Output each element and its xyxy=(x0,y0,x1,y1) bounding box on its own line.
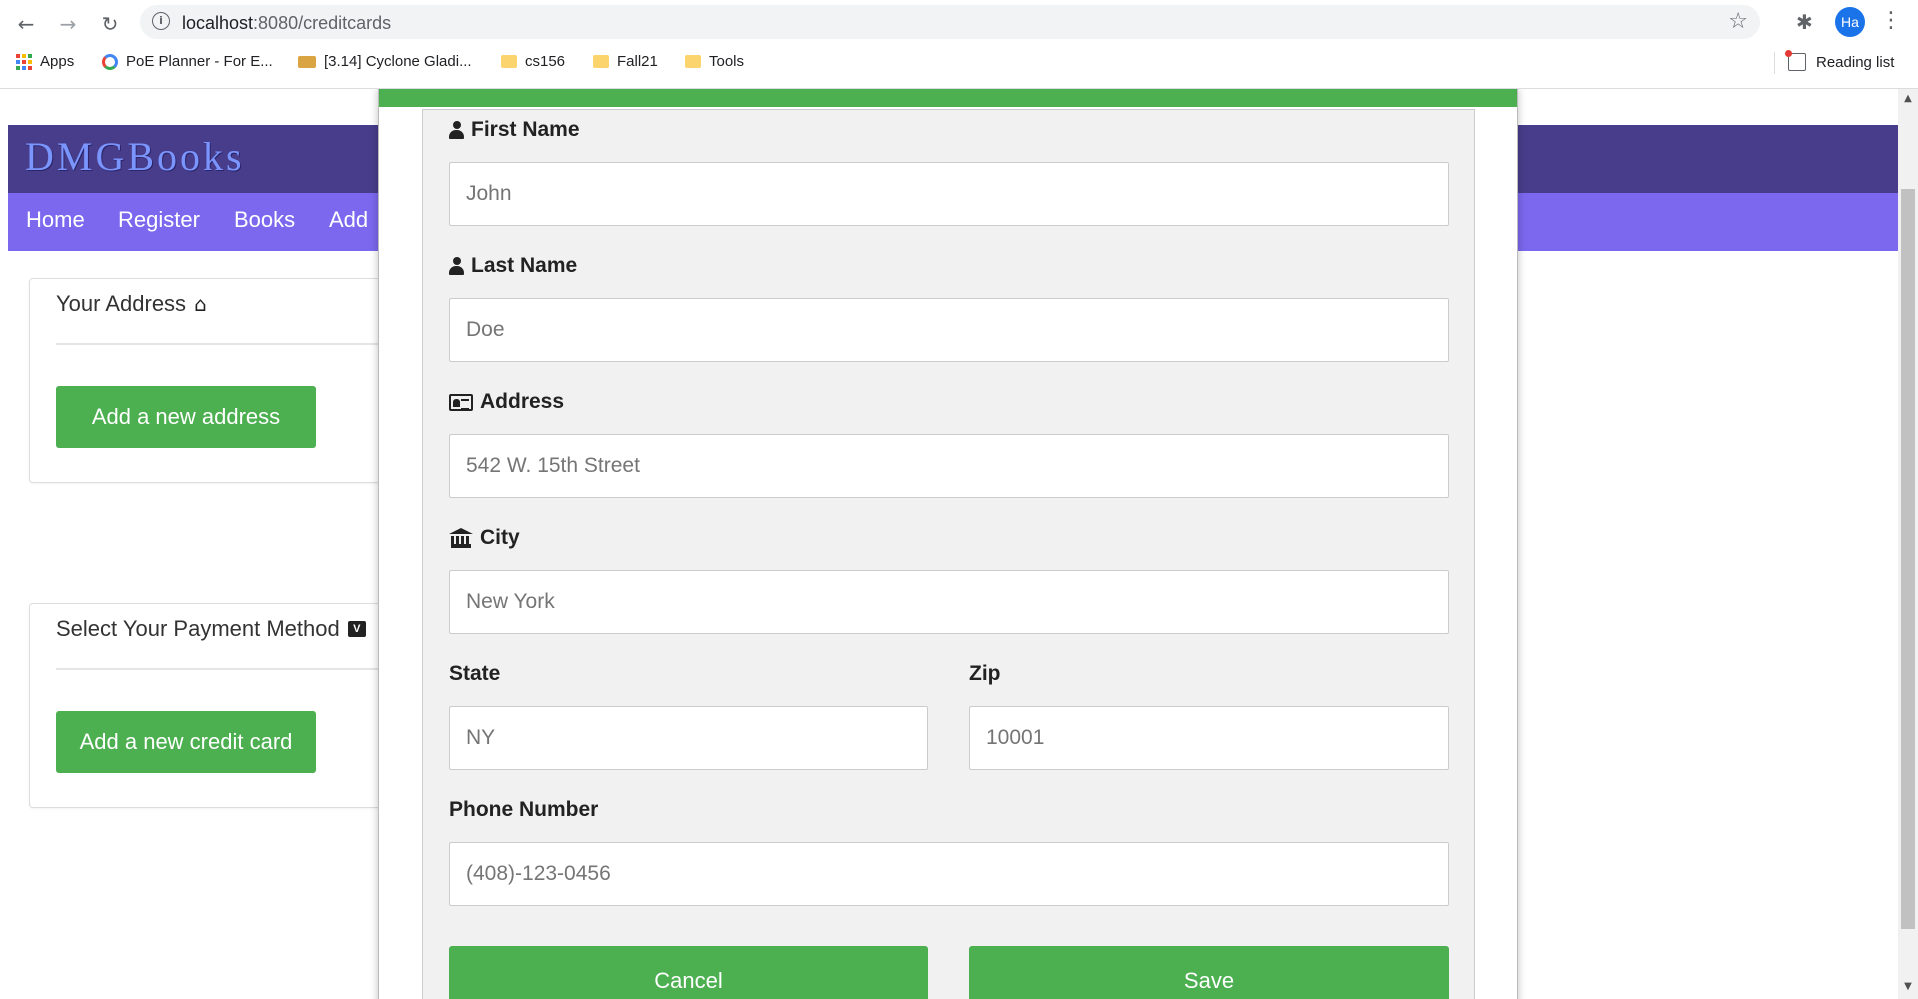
phone-label-text: Phone Number xyxy=(449,798,599,821)
address-bar[interactable]: i localhost:8080/creditcards ☆ xyxy=(140,5,1760,39)
browser-chrome: ← → ↻ i localhost:8080/creditcards ☆ ✱ H… xyxy=(0,0,1918,89)
poe-planner-icon xyxy=(102,53,118,70)
address-modal: First Name Last Name Address City State xyxy=(378,89,1518,999)
bookmark-label: Fall21 xyxy=(617,53,658,70)
bookmark-cyclone[interactable]: [3.14] Cyclone Gladi... xyxy=(298,53,472,70)
address-panel-title: Your Address ⌂ xyxy=(56,291,207,317)
institution-icon xyxy=(449,528,473,548)
state-label: State xyxy=(449,662,500,686)
bookmark-label: cs156 xyxy=(525,53,566,70)
bookmark-folder-tools[interactable]: Tools xyxy=(685,53,744,70)
first-name-label: First Name xyxy=(449,118,580,142)
bookmark-label: PoE Planner - For E... xyxy=(126,53,273,70)
back-button[interactable]: ← xyxy=(12,10,40,38)
add-address-button[interactable]: Add a new address xyxy=(56,386,316,448)
bookmark-apps[interactable]: Apps xyxy=(16,53,74,70)
folder-icon xyxy=(501,55,517,68)
payment-panel-title-text: Select Your Payment Method xyxy=(56,616,340,641)
user-icon xyxy=(449,257,464,275)
phone-input[interactable] xyxy=(449,842,1449,906)
folder-icon xyxy=(685,55,701,68)
site-logo[interactable]: DMGBooks xyxy=(25,133,245,180)
city-label: City xyxy=(449,526,520,550)
city-input[interactable] xyxy=(449,570,1449,634)
scroll-down-icon[interactable]: ▼ xyxy=(1901,981,1915,992)
address-label-text: Address xyxy=(480,390,565,413)
url-host: localhost xyxy=(182,13,254,33)
poe-vault-icon xyxy=(298,55,316,68)
bookmark-poe-planner[interactable]: PoE Planner - For E... xyxy=(102,53,273,70)
bookmark-star-icon[interactable]: ☆ xyxy=(1728,9,1748,34)
folder-icon xyxy=(593,55,609,68)
reload-button[interactable]: ↻ xyxy=(96,10,124,38)
add-credit-card-button[interactable]: Add a new credit card xyxy=(56,711,316,773)
address-panel-title-text: Your Address xyxy=(56,291,187,316)
state-input[interactable] xyxy=(449,706,928,770)
modal-header-bar xyxy=(379,89,1517,107)
bookmark-folder-fall21[interactable]: Fall21 xyxy=(593,53,658,70)
address-form: First Name Last Name Address City State xyxy=(422,109,1475,999)
scroll-up-icon[interactable]: ▲ xyxy=(1901,93,1915,104)
url-text[interactable]: localhost:8080/creditcards xyxy=(182,13,391,34)
cancel-button[interactable]: Cancel xyxy=(449,946,928,999)
city-label-text: City xyxy=(480,526,520,549)
reading-list-icon xyxy=(1785,50,1806,71)
address-input[interactable] xyxy=(449,434,1449,498)
nav-add[interactable]: Add xyxy=(329,207,368,233)
credit-card-icon: V xyxy=(347,621,366,637)
site-info-icon[interactable]: i xyxy=(152,12,170,30)
scrollbar-thumb[interactable] xyxy=(1901,189,1915,929)
bookmarks-bar: Apps PoE Planner - For E... [3.14] Cyclo… xyxy=(0,48,1918,78)
bookmark-label: [3.14] Cyclone Gladi... xyxy=(324,53,472,70)
bookmark-label: Apps xyxy=(40,53,75,70)
phone-label: Phone Number xyxy=(449,798,598,822)
nav-books[interactable]: Books xyxy=(234,207,295,233)
state-label-text: State xyxy=(449,662,501,685)
home-icon: ⌂ xyxy=(194,292,207,316)
bookmarks-divider xyxy=(1774,52,1775,74)
page-content: DMGBooks Home Register Books Add Your Ad… xyxy=(0,89,1918,999)
first-name-label-text: First Name xyxy=(471,118,580,141)
forward-button[interactable]: → xyxy=(54,10,82,38)
zip-label-text: Zip xyxy=(969,662,1001,685)
zip-label: Zip xyxy=(969,662,1001,686)
last-name-input[interactable] xyxy=(449,298,1449,362)
browser-menu-icon[interactable]: ⋮ xyxy=(1880,8,1902,33)
first-name-input[interactable] xyxy=(449,162,1449,226)
bookmark-folder-cs156[interactable]: cs156 xyxy=(501,53,565,70)
bookmark-label: Tools xyxy=(709,53,745,70)
payment-panel-title: Select Your Payment Method V xyxy=(56,616,366,642)
extensions-icon[interactable]: ✱ xyxy=(1796,10,1813,34)
url-path: :8080/creditcards xyxy=(253,13,392,33)
last-name-label: Last Name xyxy=(449,254,577,278)
profile-avatar[interactable]: Ha xyxy=(1835,7,1865,37)
reading-list-label: Reading list xyxy=(1816,53,1895,71)
nav-register[interactable]: Register xyxy=(118,207,200,233)
zip-input[interactable] xyxy=(969,706,1449,770)
nav-home[interactable]: Home xyxy=(26,207,85,233)
user-icon xyxy=(449,121,464,139)
reading-list-button[interactable]: Reading list xyxy=(1785,50,1895,71)
address-label: Address xyxy=(449,390,564,414)
last-name-label-text: Last Name xyxy=(471,254,578,277)
apps-grid-icon xyxy=(16,53,32,70)
save-button[interactable]: Save xyxy=(969,946,1449,999)
address-card-icon xyxy=(449,393,473,411)
